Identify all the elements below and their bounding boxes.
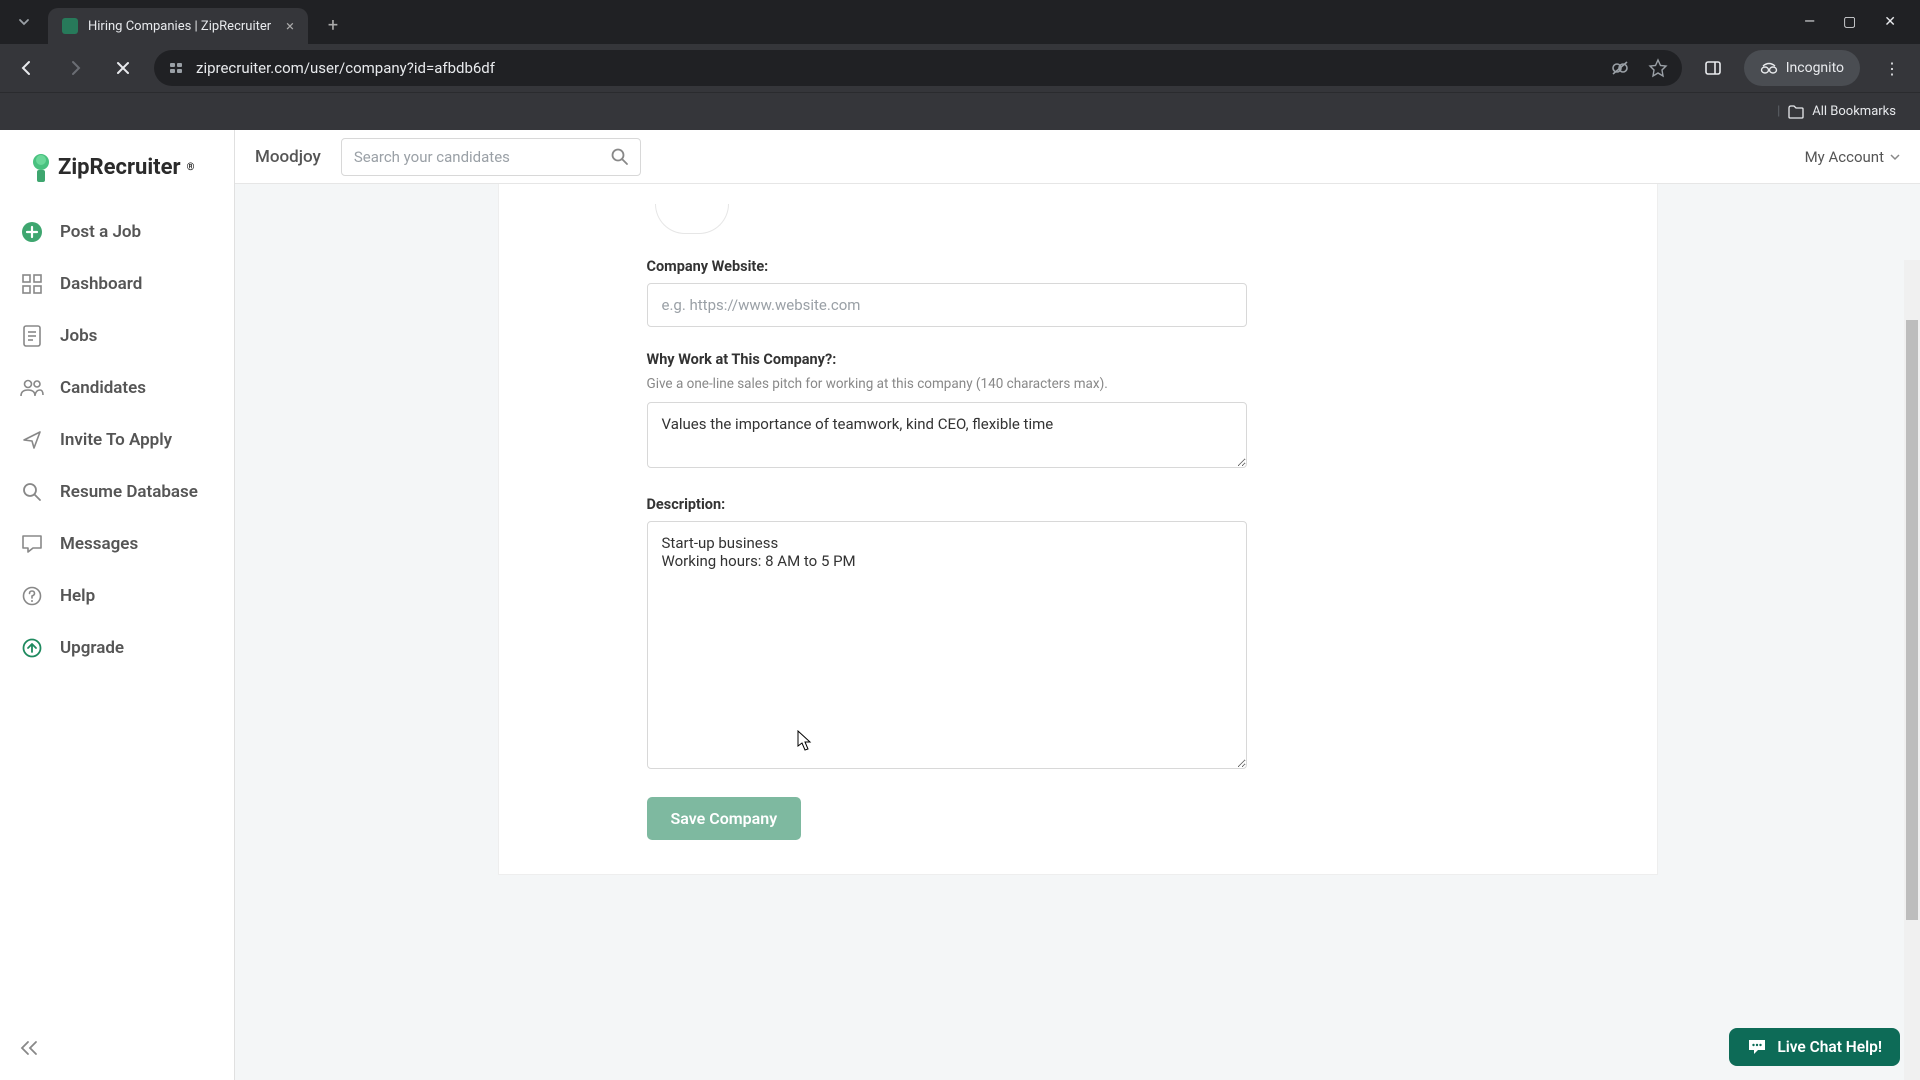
chat-label: Live Chat Help! <box>1777 1038 1882 1056</box>
sidebar-item-jobs[interactable]: Jobs <box>0 310 234 362</box>
sidebar-item-label: Upgrade <box>60 638 124 658</box>
stop-button[interactable] <box>106 51 140 85</box>
address-bar[interactable]: ziprecruiter.com/user/company?id=afbdb6d… <box>154 50 1682 86</box>
my-account-dropdown[interactable]: My Account <box>1805 148 1900 166</box>
sidebar-item-label: Dashboard <box>60 274 142 294</box>
incognito-label: Incognito <box>1786 60 1844 76</box>
bookmarks-bar: | All Bookmarks <box>0 92 1920 130</box>
sidebar-item-resume[interactable]: Resume Database <box>0 466 234 518</box>
bookmark-star-icon[interactable] <box>1648 58 1668 78</box>
grid-icon <box>20 272 44 296</box>
content-area: Company Website: Why Work at This Compan… <box>235 184 1920 1080</box>
back-button[interactable] <box>10 51 44 85</box>
chat-bubble-icon <box>1747 1038 1767 1056</box>
url-text: ziprecruiter.com/user/company?id=afbdb6d… <box>196 59 495 77</box>
company-name: Moodjoy <box>255 147 321 167</box>
field-website: Company Website: <box>647 258 1247 327</box>
account-label: My Account <box>1805 148 1884 166</box>
field-description: Description: <box>647 496 1247 773</box>
incognito-indicator[interactable]: Incognito <box>1744 50 1860 86</box>
sidebar-item-label: Help <box>60 586 95 606</box>
description-textarea[interactable] <box>647 521 1247 769</box>
plus-circle-icon <box>20 220 44 244</box>
site-settings-icon[interactable] <box>168 60 184 76</box>
sidebar-item-label: Jobs <box>60 326 97 346</box>
logo-text: ZipRecruiter <box>58 155 181 180</box>
sidebar-item-post-job[interactable]: Post a Job <box>0 206 234 258</box>
document-icon <box>20 324 44 348</box>
sidebar: ZipRecruiter ® Post a Job Dashboard Jobs… <box>0 130 235 1080</box>
search-wrap <box>341 138 641 176</box>
scrollbar-thumb[interactable] <box>1906 320 1918 920</box>
sidebar-item-label: Invite To Apply <box>60 430 172 450</box>
vertical-scrollbar[interactable] <box>1904 260 1920 1080</box>
people-icon <box>20 376 44 400</box>
close-window-button[interactable]: ✕ <box>1884 14 1896 30</box>
sidebar-item-label: Resume Database <box>60 482 198 502</box>
sidebar-item-candidates[interactable]: Candidates <box>0 362 234 414</box>
close-tab-icon[interactable]: × <box>286 17 294 35</box>
company-logo-placeholder[interactable] <box>655 204 729 234</box>
forward-button[interactable] <box>58 51 92 85</box>
company-form-card: Company Website: Why Work at This Compan… <box>498 184 1658 875</box>
maximize-button[interactable]: ▢ <box>1843 14 1856 30</box>
question-icon <box>20 584 44 608</box>
favicon-icon <box>62 18 78 34</box>
browser-menu-button[interactable]: ⋮ <box>1874 59 1910 78</box>
chat-icon <box>20 532 44 556</box>
search-icon <box>611 148 629 166</box>
live-chat-button[interactable]: Live Chat Help! <box>1729 1028 1900 1066</box>
why-hint: Give a one-line sales pitch for working … <box>647 376 1247 392</box>
why-label: Why Work at This Company?: <box>647 351 1247 368</box>
browser-tab[interactable]: Hiring Companies | ZipRecruiter × <box>48 8 308 44</box>
minimize-button[interactable]: — <box>1804 14 1815 30</box>
search-icon <box>20 480 44 504</box>
window-controls: — ▢ ✕ <box>1804 14 1920 30</box>
website-input[interactable] <box>647 283 1247 327</box>
all-bookmarks-link[interactable]: All Bookmarks <box>1812 104 1896 119</box>
tracking-blocked-icon[interactable] <box>1610 58 1630 78</box>
up-arrow-icon <box>20 636 44 660</box>
sidebar-item-upgrade[interactable]: Upgrade <box>0 622 234 674</box>
tab-title: Hiring Companies | ZipRecruiter <box>88 19 271 34</box>
chevron-double-left-icon <box>20 1040 38 1056</box>
sidebar-item-dashboard[interactable]: Dashboard <box>0 258 234 310</box>
sidebar-item-label: Candidates <box>60 378 146 398</box>
chevron-down-icon <box>1890 153 1900 161</box>
website-label: Company Website: <box>647 258 1247 275</box>
description-label: Description: <box>647 496 1247 513</box>
sidebar-item-label: Messages <box>60 534 138 554</box>
folder-icon <box>1788 105 1804 119</box>
main-column: Moodjoy My Account Company Website: <box>235 130 1920 1080</box>
incognito-icon <box>1760 61 1778 75</box>
sidebar-item-label: Post a Job <box>60 222 141 242</box>
ziprecruiter-logo-icon <box>30 152 52 182</box>
browser-toolbar: ziprecruiter.com/user/company?id=afbdb6d… <box>0 44 1920 92</box>
page-content: ZipRecruiter ® Post a Job Dashboard Jobs… <box>0 130 1920 1080</box>
collapse-sidebar-button[interactable] <box>0 1026 234 1080</box>
save-company-button[interactable]: Save Company <box>647 797 802 840</box>
topbar: Moodjoy My Account <box>235 130 1920 184</box>
new-tab-button[interactable]: + <box>318 10 348 40</box>
search-button[interactable] <box>605 142 635 172</box>
sidebar-item-help[interactable]: Help <box>0 570 234 622</box>
browser-tabstrip: Hiring Companies | ZipRecruiter × + — ▢ … <box>0 0 1920 44</box>
why-textarea[interactable] <box>647 402 1247 468</box>
sidebar-item-invite[interactable]: Invite To Apply <box>0 414 234 466</box>
sidebar-item-messages[interactable]: Messages <box>0 518 234 570</box>
tab-search-button[interactable] <box>0 0 48 44</box>
field-why-work: Why Work at This Company?: Give a one-li… <box>647 351 1247 472</box>
send-icon <box>20 428 44 452</box>
side-panel-button[interactable] <box>1696 51 1730 85</box>
logo[interactable]: ZipRecruiter ® <box>0 144 234 206</box>
search-input[interactable] <box>341 138 641 176</box>
